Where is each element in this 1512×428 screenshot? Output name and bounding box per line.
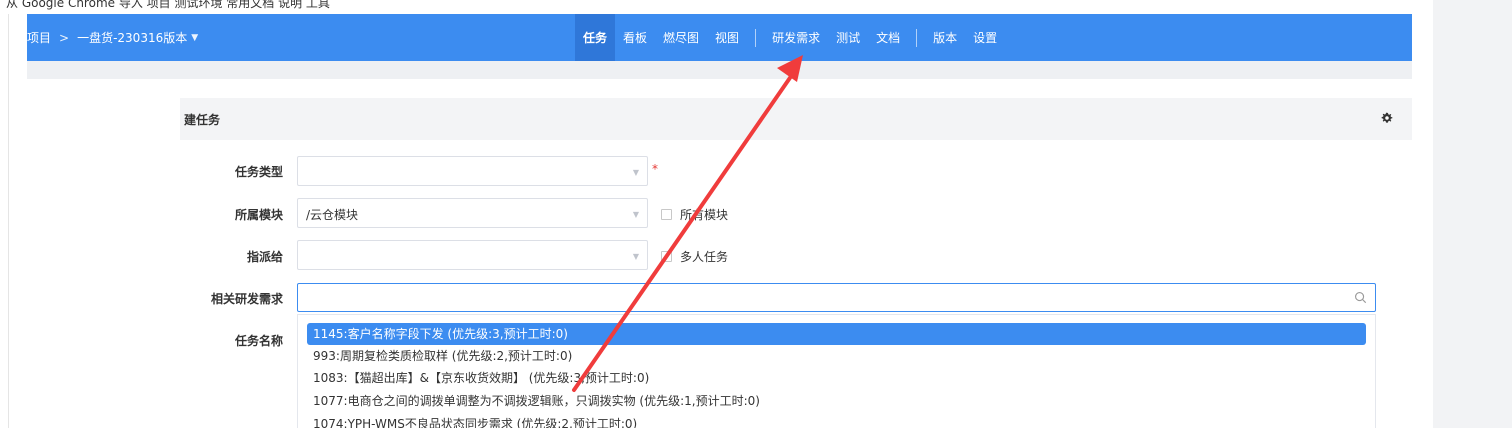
bookmarks-bar: 从 Google Chrome 导入 项目 测试环境 常用文档 说明 工具 [0,0,1430,14]
nav-task[interactable]: 任务 [575,14,616,61]
nav-settings[interactable]: 设置 [965,14,1005,61]
nav-kanban[interactable]: 看板 [615,14,655,61]
sub-toolbar [27,61,1412,79]
main-nav: 任务 看板 燃尽图 视图 研发需求 测试 文档 版本 设置 [575,14,1005,61]
task-type-label: 任务类型 [234,165,283,179]
module-value: /云仓模块 [306,208,359,222]
checkbox-icon[interactable] [661,209,672,220]
nav-view[interactable]: 视图 [707,14,747,61]
nav-doc[interactable]: 文档 [868,14,908,61]
nav-burndown[interactable]: 燃尽图 [655,14,707,61]
story-option[interactable]: 1074:YPH-WMS不良品状态同步需求 (优先级:2,预计工时:0) [307,413,1366,428]
assignee-select[interactable]: ▼ [297,240,648,270]
task-name-label: 任务名称 [234,334,283,348]
story-option[interactable]: 1083:【猫超出库】&【京东收货效期】 (优先级:3,预计工时:0) [307,367,1366,389]
bookmarks-text: 从 Google Chrome 导入 项目 测试环境 常用文档 说明 工具 [6,0,330,10]
nav-divider [755,28,757,47]
all-modules-label: 所有模块 [680,208,729,222]
story-label: 相关研发需求 [210,292,283,306]
chevron-down-icon: ▼ [632,252,639,261]
top-navigation-bar: 项目 > 一盘货-230316版本 ▼ 任务 看板 燃尽图 视图 研发需求 测试… [27,14,1412,61]
breadcrumb-current-project[interactable]: 一盘货-230316版本 [77,29,187,46]
right-side-panel [1433,0,1512,428]
multi-task-label: 多人任务 [680,250,729,264]
story-search-input[interactable] [297,283,1376,312]
required-mark: * [652,162,658,176]
chevron-down-icon: ▼ [632,168,639,177]
nav-release[interactable]: 版本 [925,14,965,61]
breadcrumb-root[interactable]: 项目 [27,29,51,46]
assignee-label: 指派给 [246,250,283,264]
nav-story[interactable]: 研发需求 [764,14,828,61]
card-header: 建任务 [180,98,1412,140]
gear-icon[interactable] [1380,111,1394,125]
nav-divider [916,28,918,47]
chevron-down-icon[interactable]: ▼ [191,33,198,43]
search-icon [1355,292,1367,304]
story-dropdown: 1145:客户名称字段下发 (优先级:3,预计工时:0) 993:周期复检类质检… [297,314,1376,428]
module-select[interactable]: /云仓模块 ▼ [297,198,648,228]
content-left-border [8,14,9,428]
all-modules-checkbox[interactable]: 所有模块 [661,206,728,223]
story-option[interactable]: 993:周期复检类质检取样 (优先级:2,预计工时:0) [307,345,1366,367]
card-title: 建任务 [184,113,221,127]
task-type-select[interactable]: ▼ [297,156,648,186]
nav-test[interactable]: 测试 [828,14,868,61]
breadcrumb-separator: > [59,30,70,45]
story-option[interactable]: 1077:电商仓之间的调拨单调整为不调拨逻辑账，只调拨实物 (优先级:1,预计工… [307,390,1366,412]
checkbox-icon[interactable] [661,251,672,262]
breadcrumb: 项目 > 一盘货-230316版本 ▼ [27,14,198,61]
module-label: 所属模块 [234,208,283,222]
multi-task-checkbox[interactable]: 多人任务 [661,248,728,265]
chevron-down-icon: ▼ [632,210,639,219]
story-option[interactable]: 1145:客户名称字段下发 (优先级:3,预计工时:0) [307,323,1366,345]
